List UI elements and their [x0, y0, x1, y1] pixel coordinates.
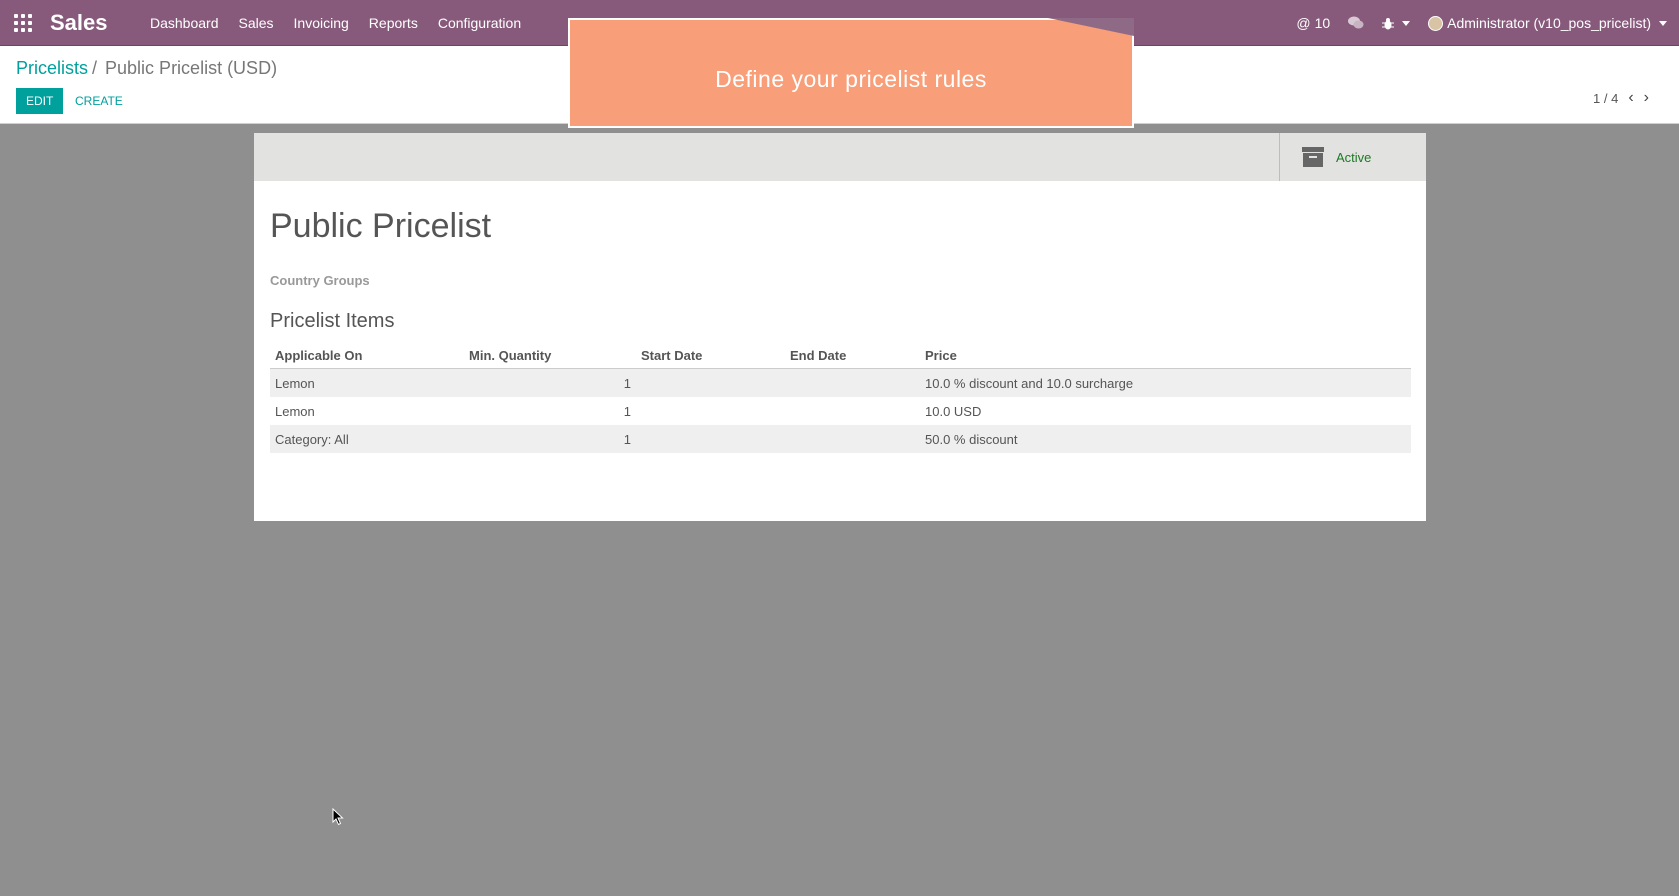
cell-end-date	[785, 397, 920, 425]
menu-configuration[interactable]: Configuration	[438, 15, 521, 31]
cell-applicable-on: Lemon	[270, 368, 464, 397]
column-start-date[interactable]: Start Date	[636, 342, 785, 369]
breadcrumb-separator: /	[92, 58, 98, 78]
breadcrumb: Pricelists / Public Pricelist (USD)	[16, 58, 277, 79]
chevron-left-icon[interactable]: ‹	[1628, 90, 1633, 106]
cell-start-date	[636, 425, 785, 453]
menu-invoicing[interactable]: Invoicing	[294, 15, 349, 31]
main-menu: Dashboard Sales Invoicing Reports Config…	[150, 0, 521, 46]
messages-button[interactable]	[1348, 16, 1364, 30]
pricelist-items-table: Applicable On Min. Quantity Start Date E…	[270, 342, 1411, 453]
cell-min-quantity: 1	[623, 403, 631, 419]
breadcrumb-pricelists-link[interactable]: Pricelists	[16, 58, 88, 78]
column-end-date[interactable]: End Date	[785, 342, 920, 369]
mouse-cursor-icon	[332, 808, 344, 826]
edit-button[interactable]: EDIT	[16, 88, 64, 114]
cell-applicable-on: Category: All	[270, 425, 464, 453]
menu-dashboard[interactable]: Dashboard	[150, 15, 219, 31]
cell-applicable-on: Lemon	[275, 403, 315, 419]
country-groups-label: Country Groups	[270, 273, 370, 288]
cell-min-quantity: 1	[464, 425, 636, 453]
chevron-down-icon	[1659, 20, 1667, 26]
mentions-count: 10	[1314, 15, 1331, 31]
systray: @ 10 Administrator (v10_pos_pricelist)	[1296, 0, 1667, 46]
apps-grid-icon[interactable]	[14, 14, 32, 32]
archive-icon	[1302, 147, 1324, 167]
cell-start-date	[636, 397, 785, 425]
table-row[interactable]: Category: All 1 50.0 % discount	[270, 425, 1411, 453]
record-title: Public Pricelist	[270, 207, 492, 245]
pager-value[interactable]: 1 / 4	[1593, 91, 1618, 106]
column-applicable-on[interactable]: Applicable On	[270, 342, 464, 369]
cell-price: 10.0 USD	[925, 403, 982, 419]
tour-tooltip-text: Define your pricelist rules	[715, 65, 987, 92]
pricelist-items-title: Pricelist Items	[270, 310, 395, 332]
user-name: Administrator (v10_pos_pricelist)	[1447, 15, 1651, 31]
chevron-down-icon	[1402, 20, 1411, 26]
create-button[interactable]: CREATE	[75, 88, 123, 114]
chevron-right-icon[interactable]: ›	[1644, 90, 1649, 106]
column-price[interactable]: Price	[920, 342, 1411, 369]
cell-end-date	[785, 368, 920, 397]
cell-start-date	[636, 368, 785, 397]
user-menu-button[interactable]: Administrator (v10_pos_pricelist)	[1428, 15, 1667, 31]
menu-sales[interactable]: Sales	[239, 15, 274, 31]
chat-bubbles-icon	[1348, 16, 1364, 29]
mentions-button[interactable]: @ 10	[1296, 15, 1330, 31]
column-min-quantity[interactable]: Min. Quantity	[464, 342, 636, 369]
form-sheet: Active Public Pricelist Country Groups P…	[254, 133, 1426, 521]
app-brand: Sales	[50, 10, 108, 35]
tooltip-fold-corner	[1048, 18, 1134, 36]
avatar	[1428, 15, 1444, 31]
cell-end-date	[785, 425, 920, 453]
breadcrumb-current: Public Pricelist (USD)	[105, 58, 278, 78]
active-toggle-button[interactable]: Active	[1279, 133, 1426, 181]
menu-reports[interactable]: Reports	[369, 15, 418, 31]
cell-min-quantity: 1	[464, 368, 636, 397]
active-label: Active	[1336, 149, 1372, 165]
button-box: Active	[254, 133, 1426, 181]
tour-tooltip[interactable]: Define your pricelist rules	[568, 18, 1134, 128]
at-icon: @	[1296, 15, 1311, 31]
bug-icon	[1382, 17, 1395, 29]
table-row[interactable]: Lemon 1 10.0 % discount and 10.0 surchar…	[270, 368, 1411, 397]
cell-price: 50.0 % discount	[920, 425, 1411, 453]
table-row[interactable]: Lemon 1 10.0 USD	[270, 397, 1411, 425]
cell-price: 10.0 % discount and 10.0 surcharge	[920, 368, 1411, 397]
debug-menu-button[interactable]	[1382, 17, 1411, 30]
table-header-row: Applicable On Min. Quantity Start Date E…	[270, 342, 1411, 369]
pager: 1 / 4 ‹ ›	[1593, 90, 1649, 106]
